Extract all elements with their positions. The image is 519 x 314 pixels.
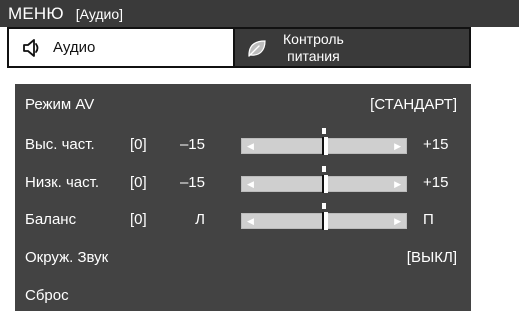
treble-max: +15: [423, 136, 449, 153]
menu-row-surround[interactable]: Окруж. Звук [ВЫКЛ]: [15, 240, 471, 276]
bass-max: +15: [423, 174, 449, 191]
menu-row-treble[interactable]: Выс. част. [0] –15 ◀ ▶ +15: [15, 127, 471, 163]
slider-center-tick: [322, 203, 326, 209]
treble-min: –15: [179, 136, 205, 153]
reset-label: Сброс: [25, 287, 69, 304]
slider-left-arrow-icon: ◀: [247, 179, 254, 189]
audio-settings-panel: Режим AV [СТАНДАРТ] Выс. част. [0] –15 ◀…: [15, 84, 471, 311]
menu-row-balance[interactable]: Баланс [0] Л ◀ ▶ П: [15, 202, 471, 238]
slider-right-arrow-icon: ▶: [394, 141, 401, 151]
tab-power-control[interactable]: Контроль питания: [235, 27, 471, 68]
slider-center-tick: [322, 128, 326, 134]
menu-row-bass[interactable]: Низк. част. [0] –15 ◀ ▶ +15: [15, 165, 471, 201]
surround-value: [ВЫКЛ]: [406, 249, 457, 266]
tab-audio-label: Аудио: [53, 39, 96, 56]
tab-power-label-line1: Контроль: [283, 30, 344, 47]
balance-slider-knob[interactable]: [322, 212, 328, 230]
surround-label: Окруж. Звук: [25, 249, 109, 266]
tab-power-label: Контроль питания: [283, 31, 344, 65]
treble-value: [0]: [130, 136, 147, 153]
slider-right-arrow-icon: ▶: [394, 179, 401, 189]
balance-max: П: [423, 211, 434, 228]
slider-center-tick: [322, 166, 326, 172]
bass-slider[interactable]: ◀ ▶: [241, 166, 407, 193]
bass-min: –15: [179, 174, 205, 191]
treble-slider-knob[interactable]: [322, 137, 328, 155]
av-mode-value: [СТАНДАРТ]: [370, 96, 457, 113]
av-mode-label: Режим AV: [25, 96, 95, 113]
balance-min: Л: [195, 211, 205, 228]
tab-row: Аудио Контроль питания: [0, 27, 519, 68]
treble-slider[interactable]: ◀ ▶: [241, 128, 407, 155]
treble-label: Выс. част.: [25, 136, 95, 153]
audio-speaker-icon: [19, 36, 43, 60]
menu-row-reset[interactable]: Сброс: [15, 278, 471, 314]
slider-right-arrow-icon: ▶: [394, 216, 401, 226]
menu-title: МЕНЮ: [8, 3, 64, 23]
balance-label: Баланс: [25, 211, 77, 228]
tab-audio[interactable]: Аудио: [7, 27, 235, 68]
balance-slider[interactable]: ◀ ▶: [241, 203, 407, 230]
balance-value: [0]: [130, 211, 147, 228]
slider-left-arrow-icon: ◀: [247, 141, 254, 151]
bass-value: [0]: [130, 174, 147, 191]
slider-left-arrow-icon: ◀: [247, 216, 254, 226]
tab-power-label-line2: питания: [287, 47, 340, 64]
bass-slider-knob[interactable]: [322, 175, 328, 193]
menu-section-title: [Аудио]: [75, 5, 124, 22]
menu-title-bar: МЕНЮ [Аудио]: [0, 0, 519, 27]
menu-row-av-mode[interactable]: Режим AV [СТАНДАРТ]: [15, 87, 471, 123]
bass-label: Низк. част.: [25, 174, 100, 191]
leaf-icon: [245, 36, 269, 60]
